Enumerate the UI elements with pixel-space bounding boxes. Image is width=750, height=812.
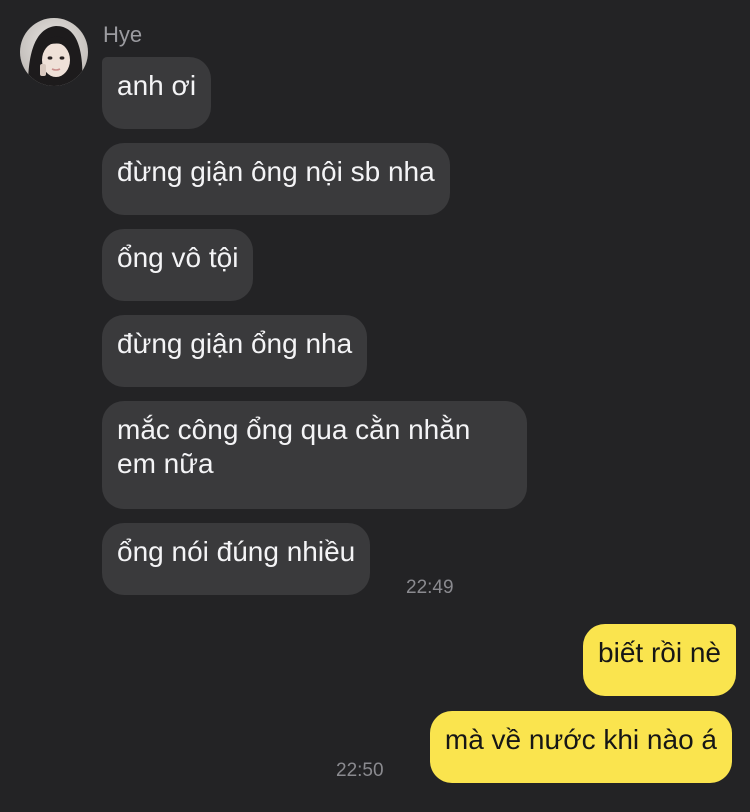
- incoming-message-bubble[interactable]: anh ơi: [102, 57, 212, 129]
- outgoing-message-timestamp: 22:50: [336, 760, 384, 781]
- incoming-message-bubble[interactable]: đừng giận ổng nha: [102, 315, 368, 387]
- incoming-message-bubble[interactable]: ổng nói đúng nhiều: [102, 523, 371, 595]
- incoming-message-bubble[interactable]: mắc công ổng qua cằn nhằn em nữa: [102, 401, 527, 509]
- outgoing-message-bubble[interactable]: mà về nước khi nào á: [429, 711, 732, 783]
- incoming-message-bubble[interactable]: ổng vô tội: [102, 229, 254, 301]
- sender-name: Hye: [103, 22, 143, 47]
- incoming-message-bubble[interactable]: đừng giận ông nội sb nha: [102, 143, 450, 215]
- incoming-message-timestamp: 22:49: [406, 577, 454, 598]
- outgoing-message-bubble[interactable]: biết rồi nè: [583, 624, 736, 696]
- avatar[interactable]: [20, 18, 88, 86]
- user-avatar-photo-icon: [20, 18, 88, 86]
